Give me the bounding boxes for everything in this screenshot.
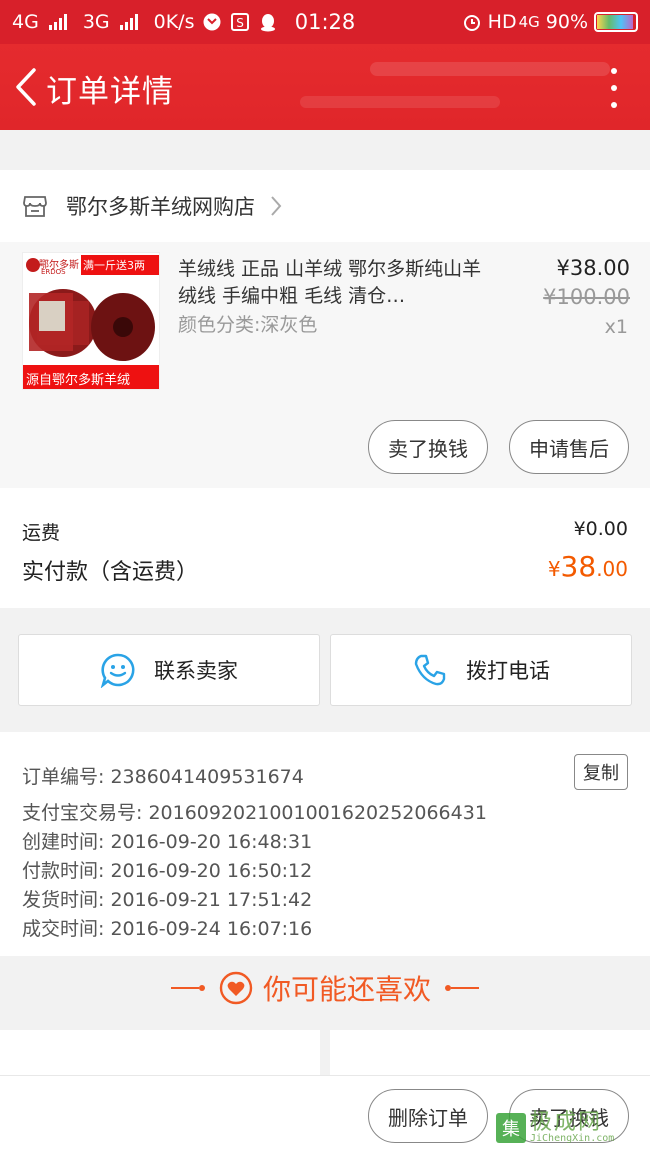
recommend-header: 你可能还喜欢 (0, 956, 650, 1020)
watermark-badge: 集 (496, 1113, 526, 1143)
contact-section: 联系卖家 拨打电话 (0, 626, 650, 714)
call-phone-label: 拨打电话 (466, 659, 550, 683)
contact-seller-button[interactable]: 联系卖家 (18, 634, 320, 706)
divider-dot-left (198, 985, 205, 991)
order-number: 订单编号: 2386041409531674 (22, 766, 304, 788)
network-4g-label: 4G (12, 11, 39, 33)
divider-line-right (451, 987, 479, 989)
product-quantity: x1 (604, 316, 628, 338)
status-bar: 4G 3G 0K/s S 01:28 HD 4G 90% (0, 0, 650, 44)
contact-seller-label: 联系卖家 (154, 659, 238, 683)
alarm-icon (462, 12, 482, 32)
product-sku: 颜色分类:深灰色 (178, 314, 318, 336)
image-brand-en-text: ERDOS (41, 268, 66, 276)
phone-icon (414, 654, 446, 686)
recommend-item[interactable] (0, 1030, 320, 1075)
site-watermark: 集 极成网 JiChengXin.com (496, 1104, 644, 1152)
freight-label: 运费 (22, 522, 61, 544)
copy-button[interactable]: 复制 (574, 754, 628, 790)
order-info-section: 订单编号: 2386041409531674 复制 支付宝交易号: 201609… (0, 732, 650, 956)
chevron-right-icon (271, 196, 282, 216)
completed-time: 成交时间: 2016-09-24 16:07:16 (22, 918, 313, 940)
battery-percent: 90% (545, 11, 588, 33)
delete-order-button[interactable]: 删除订单 (368, 1089, 488, 1143)
signal-icon-2 (119, 14, 138, 30)
recommend-title: 你可能还喜欢 (262, 973, 431, 1006)
watermark-en: JiChengXin.com (530, 1133, 615, 1144)
chevron-left-icon (16, 68, 36, 106)
qq-icon (258, 12, 278, 32)
more-menu-button[interactable] (604, 68, 624, 108)
order-item-card: 鄂尔多斯羊绒网购店 鄂尔多斯 ERDOS 满一斤送3两 源自鄂尔多斯羊绒 羊绒线… (0, 170, 650, 488)
globe-icon (202, 12, 222, 32)
product-price: ¥38.00 (556, 256, 630, 280)
chat-face-icon (100, 653, 135, 688)
total-label: 实付款（含运费） (22, 560, 199, 585)
battery-icon (594, 12, 638, 32)
paid-time: 付款时间: 2016-09-20 16:50:12 (22, 860, 313, 882)
recommend-item[interactable] (330, 1030, 650, 1075)
apply-aftersale-button[interactable]: 申请售后 (509, 420, 629, 474)
divider-line-left (170, 987, 199, 989)
product-image[interactable]: 鄂尔多斯 ERDOS 满一斤送3两 源自鄂尔多斯羊绒 (22, 252, 160, 390)
network-speed: 0K/s (153, 11, 195, 33)
sell-for-cash-button[interactable]: 卖了换钱 (368, 420, 488, 474)
total-currency: ¥ (547, 557, 561, 581)
total-decimal: .00 (596, 557, 628, 581)
signal-icon (48, 14, 67, 30)
total-amount: ¥38.00 (548, 550, 628, 583)
watermark-cn: 极成网 (530, 1110, 603, 1135)
image-caption-text: 源自鄂尔多斯羊绒 (26, 373, 131, 388)
page-title: 订单详情 (46, 74, 174, 110)
hd-label: HD (487, 11, 517, 33)
shop-row[interactable]: 鄂尔多斯羊绒网购店 (0, 170, 650, 242)
shop-name: 鄂尔多斯羊绒网购店 (66, 195, 255, 219)
payment-summary: 运费 ¥0.00 实付款（含运费） ¥38.00 (0, 488, 650, 608)
shipped-time: 发货时间: 2016-09-21 17:51:42 (22, 889, 313, 911)
svg-text:S: S (237, 16, 245, 30)
store-icon (23, 196, 47, 217)
alipay-trade-number: 支付宝交易号: 2016092021001001620252066431 (22, 802, 487, 824)
product-title[interactable]: 羊绒线 正品 山羊绒 鄂尔多斯纯山羊绒线 手编中粗 毛线 清仓… (178, 256, 498, 310)
back-button[interactable] (8, 62, 44, 112)
total-integer: 38 (560, 550, 597, 583)
product-original-price: ¥100.00 (543, 285, 630, 309)
call-phone-button[interactable]: 拨打电话 (330, 634, 632, 706)
freight-value: ¥0.00 (573, 518, 628, 540)
title-bar: 订单详情 (0, 44, 650, 130)
network-4g-label-2: 4G (518, 13, 540, 31)
heart-icon (219, 971, 253, 1005)
s-app-icon: S (230, 12, 250, 32)
image-promo-text: 满一斤送3两 (83, 259, 145, 272)
network-3g-label: 3G (82, 11, 110, 33)
created-time: 创建时间: 2016-09-20 16:48:31 (22, 831, 313, 853)
